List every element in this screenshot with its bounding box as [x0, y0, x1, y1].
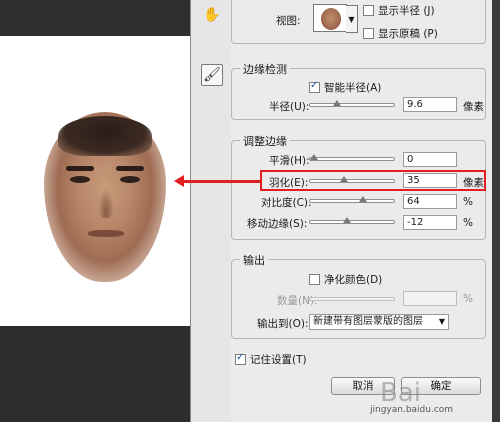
output-to-select[interactable]: 新建带有图层蒙版的图层 ▼: [309, 314, 449, 330]
shift-edge-slider-thumb[interactable]: [343, 217, 352, 223]
baidu-logo-watermark: Bai: [380, 378, 421, 408]
remember-settings-label: 记住设置(T): [250, 354, 307, 366]
contrast-label-row: 对比度(C):: [261, 195, 312, 210]
right-edge-panel: [492, 0, 500, 422]
hair: [58, 116, 152, 156]
shift-edge-label: 移动边缘(S):: [247, 218, 308, 230]
output-title: 输出: [240, 252, 268, 268]
refine-radius-brush-icon[interactable]: 🖌: [201, 64, 223, 86]
tool-column: ✋ 🖌: [191, 0, 231, 422]
amount-input[interactable]: [403, 291, 457, 306]
output-to-value: 新建带有图层蒙版的图层: [313, 316, 423, 327]
decontaminate-label: 净化颜色(D): [324, 274, 383, 286]
amount-slider[interactable]: [309, 297, 395, 301]
annotation-arrow-line: [182, 180, 262, 183]
feather-input[interactable]: 35: [403, 173, 457, 188]
contrast-input[interactable]: 64: [403, 194, 457, 209]
smart-radius-row[interactable]: 智能半径(A): [309, 80, 381, 95]
right-eye: [120, 176, 140, 183]
remember-settings-checkbox[interactable]: [235, 352, 246, 365]
smooth-input[interactable]: 0: [403, 152, 457, 167]
left-eye: [70, 176, 90, 183]
amount-unit: %: [463, 293, 473, 305]
annotation-arrow-head: [174, 175, 184, 187]
decontaminate-checkbox[interactable]: [309, 274, 320, 285]
contrast-slider-thumb[interactable]: [358, 196, 367, 202]
right-eyebrow: [116, 166, 144, 171]
radius-slider[interactable]: [309, 100, 395, 107]
decontaminate-row[interactable]: 净化颜色(D): [309, 272, 382, 287]
feather-slider-thumb[interactable]: [340, 176, 349, 182]
shift-edge-unit: %: [463, 217, 473, 229]
mouth: [88, 230, 124, 237]
smart-radius-label: 智能半径(A): [324, 82, 382, 94]
feather-unit: 像素: [463, 177, 484, 189]
feather-label: 羽化(E):: [269, 177, 309, 189]
contrast-unit: %: [463, 196, 473, 208]
view-group-box: [231, 0, 486, 44]
adjust-edge-title: 调整边缘: [240, 133, 290, 149]
nose: [98, 188, 114, 218]
smart-radius-checkbox[interactable]: [309, 80, 320, 93]
smooth-slider-thumb[interactable]: [310, 154, 318, 160]
smooth-label-row: 平滑(H):: [269, 153, 310, 168]
radius-label: 半径(U):: [269, 101, 310, 113]
radius-label-row: 半径(U):: [269, 99, 309, 114]
shift-edge-label-row: 移动边缘(S):: [247, 216, 307, 231]
smooth-label: 平滑(H):: [269, 155, 310, 167]
shift-edge-slider[interactable]: [309, 217, 395, 224]
refine-edge-dialog: ✋ 🖌 视图: ▼ 显示半径 (J) 显示原稿 (P) 边缘检测 智能半径(A)…: [190, 0, 492, 422]
radius-unit: 像素: [463, 101, 484, 113]
edge-detection-title: 边缘检测: [240, 61, 290, 77]
feather-label-row: 羽化(E):: [269, 175, 308, 190]
radius-input[interactable]: 9.6: [403, 97, 457, 112]
hand-tool-icon[interactable]: ✋: [201, 4, 223, 26]
output-to-label-row: 输出到(O):: [257, 316, 309, 331]
contrast-label: 对比度(C):: [261, 197, 312, 209]
watermark-site: jingyan.baidu.com: [370, 405, 454, 415]
output-to-label: 输出到(O):: [257, 318, 309, 330]
chevron-down-icon: ▼: [438, 317, 445, 326]
smooth-slider[interactable]: [309, 154, 395, 161]
canvas-bottom-dark: [0, 326, 190, 422]
shift-edge-input[interactable]: -12: [403, 215, 457, 230]
left-eyebrow: [66, 166, 94, 171]
feather-slider[interactable]: [309, 176, 395, 183]
canvas-top-dark: [0, 0, 190, 36]
radius-slider-thumb[interactable]: [332, 100, 341, 106]
contrast-slider[interactable]: [309, 196, 395, 203]
remember-settings-row[interactable]: 记住设置(T): [235, 352, 307, 367]
